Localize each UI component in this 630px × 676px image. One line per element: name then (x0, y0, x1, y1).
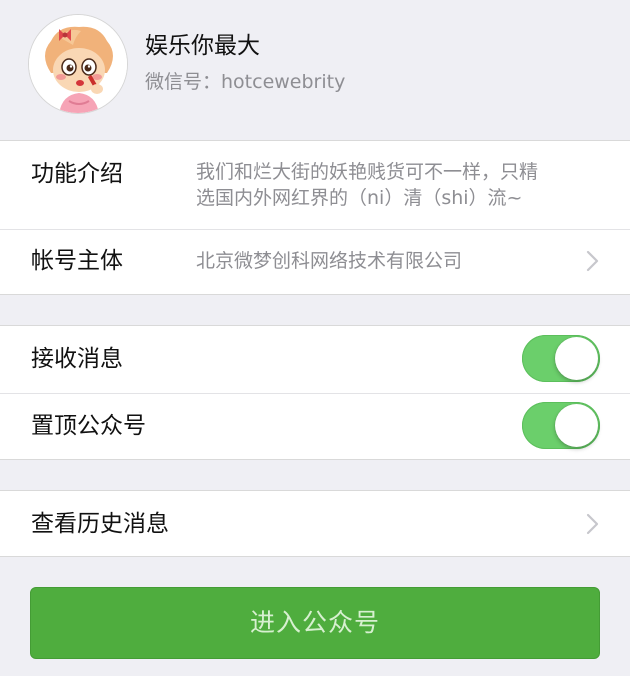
receive-messages-label: 接收消息 (31, 346, 123, 372)
chevron-right-icon (586, 250, 599, 272)
cartoon-girl-avatar-icon (29, 15, 127, 113)
account-entity-label: 帐号主体 (31, 248, 123, 274)
profile-header: 娱乐你最大 微信号：hotcewebrity (0, 0, 630, 140)
intro-row: 功能介绍 我们和烂大街的妖艳贱货可不一样，只精 选国内外网红界的（ni）清（sh… (0, 141, 630, 229)
avatar[interactable] (28, 14, 128, 114)
pin-account-label: 置顶公众号 (31, 413, 146, 439)
history-group: 查看历史消息 (0, 490, 630, 557)
intro-line-1: 我们和烂大街的妖艳贱货可不一样，只精 (196, 161, 539, 183)
intro-label: 功能介绍 (31, 161, 123, 187)
history-row[interactable]: 查看历史消息 (0, 491, 630, 556)
wechat-id: 微信号：hotcewebrity (145, 71, 346, 93)
enter-account-button[interactable]: 进入公众号 (30, 587, 600, 659)
info-group: 功能介绍 我们和烂大街的妖艳贱货可不一样，只精 选国内外网红界的（ni）清（sh… (0, 140, 630, 295)
history-label: 查看历史消息 (31, 511, 169, 537)
toggle-knob (555, 337, 598, 380)
chevron-right-icon (586, 513, 599, 535)
receive-messages-row: 接收消息 (0, 326, 630, 393)
toggle-knob (555, 404, 598, 447)
account-entity-value: 北京微梦创科网络技术有限公司 (196, 250, 463, 272)
account-name: 娱乐你最大 (145, 33, 260, 59)
account-entity-row[interactable]: 帐号主体 北京微梦创科网络技术有限公司 (0, 229, 630, 294)
intro-line-2: 选国内外网红界的（ni）清（shi）流~ (196, 187, 523, 209)
receive-messages-toggle[interactable] (522, 335, 600, 382)
settings-group: 接收消息 置顶公众号 (0, 325, 630, 460)
pin-account-row: 置顶公众号 (0, 393, 630, 459)
pin-account-toggle[interactable] (522, 402, 600, 449)
